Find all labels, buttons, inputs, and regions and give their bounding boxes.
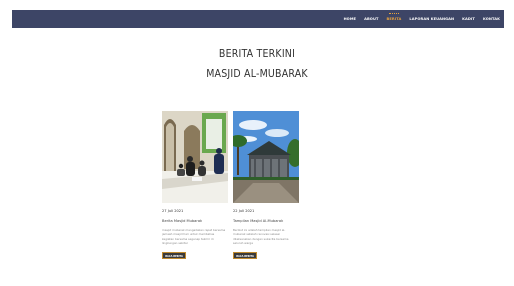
news-title-1[interactable]: Berita Masjid Mubarak: [162, 219, 228, 223]
news-photo-1[interactable]: [162, 111, 228, 203]
news-photo-2[interactable]: [233, 111, 299, 203]
read-more-button-1[interactable]: BACA BERITA: [162, 251, 186, 259]
news-excerpt-1: masjid mubarak mengadakan rapat bersama …: [162, 228, 226, 246]
news-excerpt-2: Berikut ini adalah tampilan masjid al-mu…: [233, 228, 289, 246]
nav-item-laporan-keuangan[interactable]: LAPORAN KEUANGAN: [409, 17, 454, 21]
news-date-2: 22 Juli 2021: [233, 209, 255, 213]
news-card-2: 22 Juli 2021 Tampilan Masjid Al-Mubarak …: [233, 111, 299, 259]
nav-item-berita[interactable]: BERITA: [387, 13, 402, 21]
nav-item-home[interactable]: HOME: [344, 17, 357, 21]
nav-item-about[interactable]: ABOUT: [364, 17, 378, 21]
news-card-1: 27 Juli 2021 Berita Masjid Mubarak masji…: [162, 111, 228, 259]
news-title-2[interactable]: Tampilan Masjid Al-Mubarak: [233, 219, 299, 223]
nav-item-kadit[interactable]: KADIT: [462, 17, 475, 21]
nav-item-kontak[interactable]: KONTAK: [483, 17, 500, 21]
page-title: BERITA TERKINI: [218, 48, 296, 60]
news-date-1: 27 Juli 2021: [162, 209, 184, 213]
read-more-button-2[interactable]: BACA BERITA: [233, 251, 257, 259]
top-navbar: HOME ABOUT BERITA LAPORAN KEUANGAN KADIT…: [12, 10, 504, 28]
page-subtitle: MASJID AL-MUBARAK: [206, 68, 308, 80]
nav-links: HOME ABOUT BERITA LAPORAN KEUANGAN KADIT…: [336, 10, 500, 28]
